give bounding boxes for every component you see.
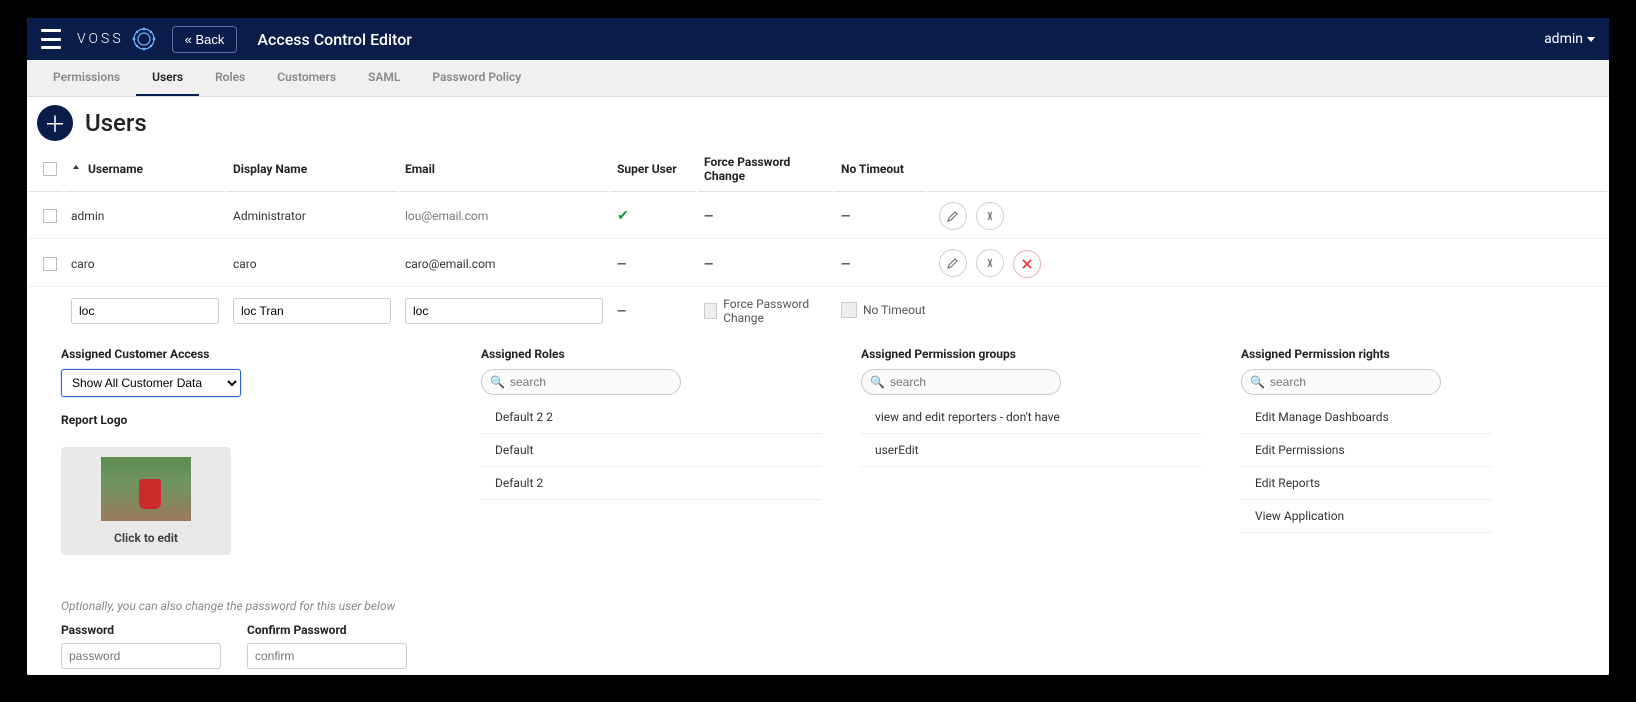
- search-icon: 🔍: [870, 375, 885, 389]
- table-row: admin Administrator lou@email.com ✔ — —: [29, 194, 1607, 239]
- confirm-password-input[interactable]: [247, 643, 407, 669]
- password-input[interactable]: [61, 643, 221, 669]
- panel-customer-access: Assigned Customer Access Show All Custom…: [61, 347, 441, 555]
- rights-label: Assigned Permission rights: [1241, 347, 1491, 361]
- confirm-password-label: Confirm Password: [247, 623, 407, 637]
- edit-row-button[interactable]: [939, 202, 967, 230]
- row-checkbox[interactable]: [43, 257, 57, 271]
- brand-text: VOSS: [77, 31, 124, 47]
- tab-saml[interactable]: SAML: [352, 60, 416, 96]
- password-label: Password: [61, 623, 221, 637]
- menu-icon[interactable]: [41, 29, 65, 49]
- force-pw-checkbox[interactable]: Force Password Change: [704, 297, 827, 325]
- add-user-button[interactable]: ＋: [37, 105, 73, 141]
- edit-username-input[interactable]: [71, 298, 219, 324]
- user-menu-label: admin: [1544, 31, 1583, 47]
- chevron-down-icon: [1587, 37, 1595, 42]
- panel-groups: Assigned Permission groups 🔍 view and ed…: [861, 347, 1201, 555]
- auth-row-button[interactable]: [976, 249, 1004, 277]
- tab-roles[interactable]: Roles: [199, 60, 261, 96]
- right-item[interactable]: Edit Permissions: [1241, 434, 1491, 467]
- report-logo-thumbnail: [101, 457, 191, 521]
- groups-label: Assigned Permission groups: [861, 347, 1201, 361]
- group-item[interactable]: view and edit reporters - don't have: [861, 401, 1201, 434]
- customer-access-label: Assigned Customer Access: [61, 347, 441, 361]
- no-timeout-checkbox[interactable]: No Timeout: [841, 302, 926, 318]
- delete-row-button[interactable]: [1013, 250, 1041, 278]
- cell-email: lou@email.com: [399, 194, 609, 239]
- edit-row-button[interactable]: [939, 249, 967, 277]
- panel-rights: Assigned Permission rights 🔍 Edit Manage…: [1241, 347, 1491, 555]
- brand: VOSS: [77, 25, 158, 53]
- dash-icon: —: [841, 209, 849, 223]
- dash-icon: —: [617, 304, 625, 318]
- role-item[interactable]: Default 2 2: [481, 401, 821, 434]
- roles-search-input[interactable]: [481, 369, 681, 395]
- report-logo-upload[interactable]: Click to edit: [61, 447, 231, 555]
- cell-display-name: caro: [227, 241, 397, 287]
- checkbox-icon: [704, 303, 717, 319]
- edit-display-name-input[interactable]: [233, 298, 391, 324]
- dash-icon: —: [704, 257, 712, 271]
- group-item[interactable]: userEdit: [861, 434, 1201, 467]
- report-logo-caption: Click to edit: [114, 531, 178, 545]
- dash-icon: —: [617, 257, 625, 271]
- checkbox-icon: [841, 302, 857, 318]
- tab-password-policy[interactable]: Password Policy: [416, 60, 537, 96]
- edit-email-input[interactable]: [405, 298, 603, 324]
- cell-email: caro@email.com: [399, 241, 609, 287]
- select-all-checkbox[interactable]: [43, 162, 57, 176]
- tab-permissions[interactable]: Permissions: [37, 60, 136, 96]
- force-pw-label: Force Password Change: [723, 297, 827, 325]
- role-item[interactable]: Default 2: [481, 467, 821, 500]
- rights-search-input[interactable]: [1241, 369, 1441, 395]
- groups-search-input[interactable]: [861, 369, 1061, 395]
- back-button[interactable]: « Back: [172, 26, 238, 53]
- search-icon: 🔍: [1250, 375, 1265, 389]
- col-super-user[interactable]: Super User: [611, 147, 696, 192]
- col-no-timeout[interactable]: No Timeout: [835, 147, 925, 192]
- table-row: caro caro caro@email.com — — —: [29, 241, 1607, 287]
- cell-username: admin: [65, 194, 225, 239]
- customer-access-select[interactable]: Show All Customer Data: [61, 369, 241, 397]
- col-display-name[interactable]: Display Name: [227, 147, 397, 192]
- cell-display-name: Administrator: [227, 194, 397, 239]
- report-logo-label: Report Logo: [61, 413, 441, 427]
- dash-icon: —: [841, 257, 849, 271]
- role-item[interactable]: Default: [481, 434, 821, 467]
- roles-label: Assigned Roles: [481, 347, 821, 361]
- user-menu[interactable]: admin: [1544, 31, 1595, 47]
- col-email[interactable]: Email: [399, 147, 609, 192]
- right-item[interactable]: View Application: [1241, 500, 1491, 533]
- check-icon: ✔: [617, 208, 629, 224]
- edit-row: — Force Password Change No Timeout: [29, 289, 1607, 333]
- password-note: Optionally, you can also change the pass…: [61, 599, 1609, 613]
- cell-username: caro: [65, 241, 225, 287]
- right-item[interactable]: Edit Manage Dashboards: [1241, 401, 1491, 434]
- auth-row-button[interactable]: [976, 202, 1004, 230]
- topbar: VOSS « Back Access Control Editor admin: [27, 18, 1609, 60]
- tab-customers[interactable]: Customers: [261, 60, 352, 96]
- brand-logo-icon: [130, 25, 158, 53]
- right-item[interactable]: Edit Reports: [1241, 467, 1491, 500]
- plus-icon: ＋: [44, 107, 66, 139]
- col-force-pw[interactable]: Force Password Change: [698, 147, 833, 192]
- tab-users[interactable]: Users: [136, 60, 199, 96]
- search-icon: 🔍: [490, 375, 505, 389]
- dash-icon: —: [704, 209, 712, 223]
- no-timeout-label: No Timeout: [863, 303, 926, 317]
- row-checkbox[interactable]: [43, 209, 57, 223]
- page-title: Users: [85, 109, 147, 137]
- panel-roles: Assigned Roles 🔍 Default 2 2 Default Def…: [481, 347, 821, 555]
- page-header-title: Access Control Editor: [257, 30, 412, 49]
- col-username[interactable]: Username: [88, 162, 143, 176]
- tabs: Permissions Users Roles Customers SAML P…: [27, 60, 1609, 97]
- sort-asc-icon[interactable]: [71, 162, 81, 176]
